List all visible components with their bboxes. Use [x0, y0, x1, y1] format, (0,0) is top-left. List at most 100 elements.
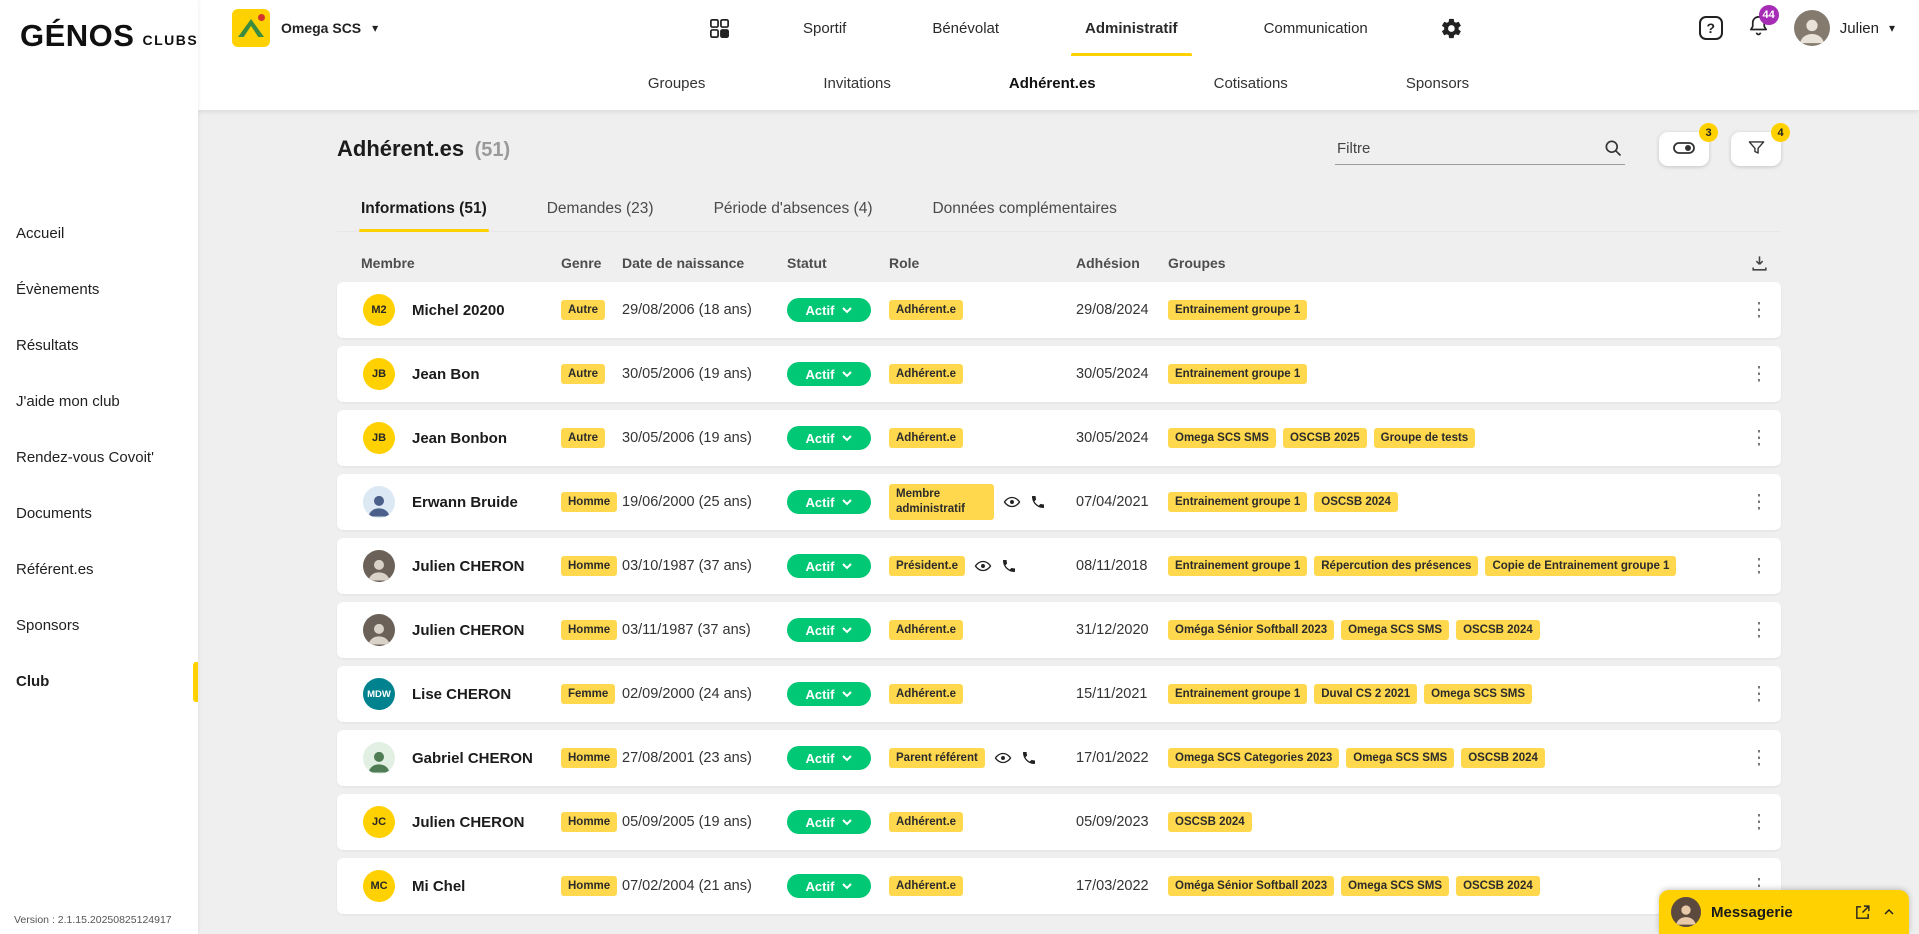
subnav-sponsors[interactable]: Sponsors: [1406, 75, 1469, 92]
row-menu-kebab-icon[interactable]: ⋮: [1737, 685, 1781, 704]
chevron-up-icon[interactable]: [1881, 904, 1897, 920]
sidebar-item-evenements[interactable]: Évènements: [0, 262, 198, 318]
member-name[interactable]: Jean Bon: [412, 366, 480, 383]
adhesion-date: 05/09/2023: [1076, 814, 1168, 830]
member-name[interactable]: Julien CHERON: [412, 814, 525, 831]
status-dropdown[interactable]: Actif: [787, 426, 871, 450]
member-name[interactable]: Gabriel CHERON: [412, 750, 533, 767]
member-avatar: MC: [363, 870, 395, 902]
row-menu-kebab-icon[interactable]: ⋮: [1737, 429, 1781, 448]
member-row[interactable]: JCJulien CHERON Homme 05/09/2005 (19 ans…: [337, 794, 1781, 850]
sidebar-item-referent-es[interactable]: Référent.es: [0, 542, 198, 598]
top-right-cluster: ? 44 Julien ▾: [1699, 10, 1895, 46]
status-dropdown[interactable]: Actif: [787, 682, 871, 706]
nav-benevolat[interactable]: Bénévolat: [918, 0, 1013, 56]
row-menu-kebab-icon[interactable]: ⋮: [1737, 301, 1781, 320]
groups-cell: Oméga Sénior Softball 2023Omega SCS SMSO…: [1168, 876, 1737, 897]
sidebar-item-club[interactable]: Club: [0, 654, 198, 710]
member-row[interactable]: M2Michel 20200 Autre 29/08/2006 (18 ans)…: [337, 282, 1781, 338]
tab-periode-d-absences-4[interactable]: Période d'absences (4): [712, 190, 875, 231]
birth-date: 03/10/1987 (37 ans): [622, 558, 787, 574]
nav-sportif[interactable]: Sportif: [789, 0, 860, 56]
member-name[interactable]: Lise CHERON: [412, 686, 511, 703]
sidebar-item-documents[interactable]: Documents: [0, 486, 198, 542]
row-menu-kebab-icon[interactable]: ⋮: [1737, 621, 1781, 640]
status-dropdown[interactable]: Actif: [787, 298, 871, 322]
member-name[interactable]: Michel 20200: [412, 302, 505, 319]
filter-button[interactable]: 4: [1731, 132, 1781, 166]
member-row[interactable]: JBJean Bon Autre 30/05/2006 (19 ans) Act…: [337, 346, 1781, 402]
apps-grid-icon[interactable]: [708, 17, 731, 40]
group-badge: OSCSB 2025: [1283, 428, 1367, 449]
tab-demandes-23[interactable]: Demandes (23): [545, 190, 656, 231]
member-row[interactable]: MCMi Chel Homme 07/02/2004 (21 ans) Acti…: [337, 858, 1781, 914]
member-name[interactable]: Mi Chel: [412, 878, 465, 895]
subnav-groupes[interactable]: Groupes: [648, 75, 706, 92]
status-dropdown[interactable]: Actif: [787, 810, 871, 834]
sidebar-item-sponsors[interactable]: Sponsors: [0, 598, 198, 654]
status-dropdown[interactable]: Actif: [787, 490, 871, 514]
group-badge: Omega SCS Categories 2023: [1168, 748, 1339, 769]
row-menu-kebab-icon[interactable]: ⋮: [1737, 365, 1781, 384]
role-badge: Adhérent.e: [889, 812, 963, 833]
help-icon[interactable]: ?: [1699, 16, 1723, 40]
phone-icon[interactable]: [1021, 750, 1037, 766]
status-dropdown[interactable]: Actif: [787, 874, 871, 898]
groups-cell: Entrainement groupe 1Répercution des pré…: [1168, 556, 1737, 577]
eye-icon[interactable]: [1003, 493, 1021, 511]
member-row[interactable]: Julien CHERON Homme 03/10/1987 (37 ans) …: [337, 538, 1781, 594]
settings-gear-icon[interactable]: [1440, 17, 1463, 40]
phone-icon[interactable]: [1030, 494, 1046, 510]
tab-donnees-complementaires[interactable]: Données complémentaires: [930, 190, 1118, 231]
club-selector[interactable]: Omega SCS ▾: [232, 9, 472, 47]
birth-date: 30/05/2006 (19 ans): [622, 430, 787, 446]
status-dropdown[interactable]: Actif: [787, 554, 871, 578]
member-name[interactable]: Erwann Bruide: [412, 494, 518, 511]
brand-logo[interactable]: GÉNOS CLUBS: [0, 0, 198, 50]
open-chat-window-icon[interactable]: [1854, 904, 1871, 921]
eye-icon[interactable]: [974, 557, 992, 575]
sidebar-item-j-aide-mon-club[interactable]: J'aide mon club: [0, 374, 198, 430]
filter-input[interactable]: [1335, 133, 1625, 165]
sidebar-item-rendez-vous-covoit[interactable]: Rendez-vous Covoit': [0, 430, 198, 486]
member-name[interactable]: Julien CHERON: [412, 622, 525, 639]
subnav-cotisations[interactable]: Cotisations: [1214, 75, 1288, 92]
tab-informations-51[interactable]: Informations (51): [359, 190, 489, 231]
nav-communication[interactable]: Communication: [1250, 0, 1382, 56]
export-download-icon[interactable]: [1737, 254, 1781, 273]
row-menu-kebab-icon[interactable]: ⋮: [1737, 813, 1781, 832]
member-row[interactable]: Julien CHERON Homme 03/11/1987 (37 ans) …: [337, 602, 1781, 658]
role-badge: Adhérent.e: [889, 876, 963, 897]
member-row[interactable]: Gabriel CHERON Homme 27/08/2001 (23 ans)…: [337, 730, 1781, 786]
groups-cell: Entrainement groupe 1OSCSB 2024: [1168, 492, 1737, 513]
member-row[interactable]: JBJean Bonbon Autre 30/05/2006 (19 ans) …: [337, 410, 1781, 466]
status-dropdown[interactable]: Actif: [787, 362, 871, 386]
member-row[interactable]: MDWLise CHERON Femme 02/09/2000 (24 ans)…: [337, 666, 1781, 722]
adhesion-date: 17/01/2022: [1076, 750, 1168, 766]
member-name[interactable]: Jean Bonbon: [412, 430, 507, 447]
search-icon[interactable]: [1603, 138, 1623, 163]
status-dropdown[interactable]: Actif: [787, 618, 871, 642]
toggle-view-button[interactable]: 3: [1659, 132, 1709, 166]
subnav-invitations[interactable]: Invitations: [823, 75, 891, 92]
nav-administratif[interactable]: Administratif: [1071, 0, 1192, 56]
sidebar-item-resultats[interactable]: Résultats: [0, 318, 198, 374]
row-menu-kebab-icon[interactable]: ⋮: [1737, 749, 1781, 768]
sidebar-item-accueil[interactable]: Accueil: [0, 206, 198, 262]
row-menu-kebab-icon[interactable]: ⋮: [1737, 557, 1781, 576]
user-menu[interactable]: Julien ▾: [1794, 10, 1895, 46]
adhesion-date: 08/11/2018: [1076, 558, 1168, 574]
subnav-adherent-es[interactable]: Adhérent.es: [1009, 75, 1096, 92]
status-dropdown[interactable]: Actif: [787, 746, 871, 770]
member-name[interactable]: Julien CHERON: [412, 558, 525, 575]
chevron-down-icon: ▾: [1889, 21, 1895, 35]
messenger-bar[interactable]: Messagerie: [1659, 890, 1909, 934]
notifications-bell-icon[interactable]: 44: [1747, 14, 1770, 42]
member-avatar: [363, 614, 395, 646]
toggle-icon: [1672, 136, 1696, 163]
phone-icon[interactable]: [1001, 558, 1017, 574]
member-row[interactable]: Erwann Bruide Homme 19/06/2000 (25 ans) …: [337, 474, 1781, 530]
group-badge: Entrainement groupe 1: [1168, 556, 1307, 577]
row-menu-kebab-icon[interactable]: ⋮: [1737, 493, 1781, 512]
eye-icon[interactable]: [994, 749, 1012, 767]
